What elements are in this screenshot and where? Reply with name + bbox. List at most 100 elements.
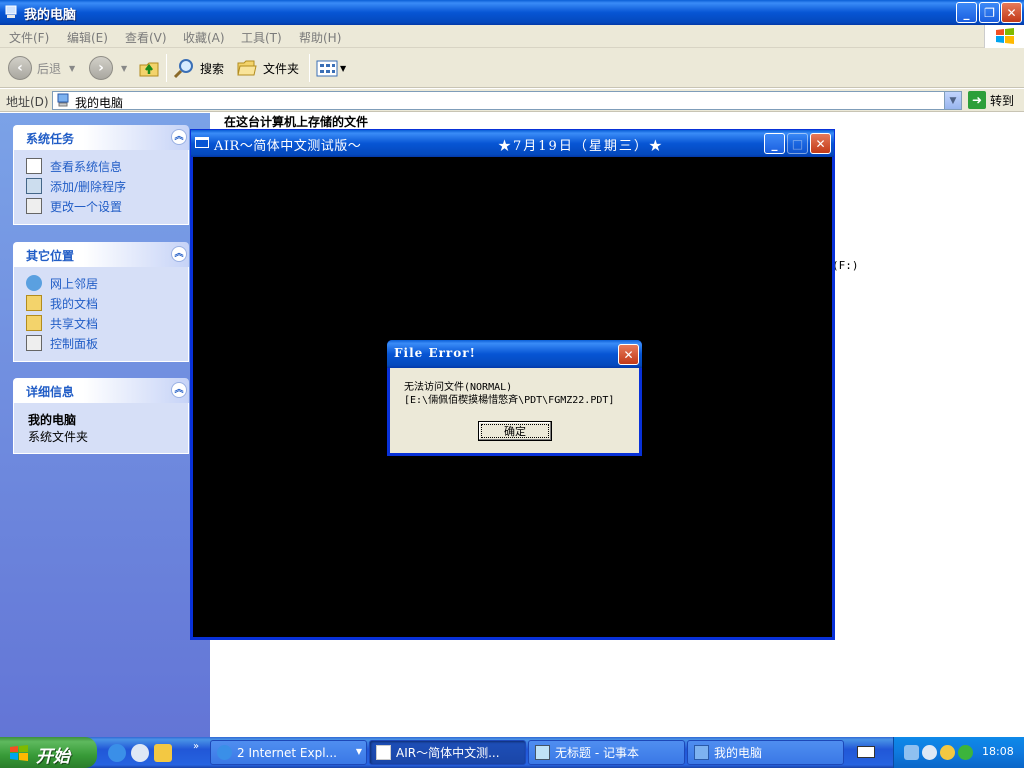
menu-file[interactable]: 文件(F) <box>9 29 49 46</box>
quicklaunch-more-icon[interactable]: » <box>193 741 199 752</box>
address-bar: 地址(D) 我的电脑 ▼ ➜ 转到 <box>0 89 1024 112</box>
window-title: 我的电脑 <box>24 8 77 23</box>
internet-explorer-icon[interactable] <box>108 744 126 762</box>
dialog-title-bar[interactable]: File Error! ✕ <box>387 340 642 368</box>
dialog-title: File Error! <box>394 346 476 360</box>
add-remove-icon <box>26 178 42 194</box>
air-date-display: ★7月19日（星期三）★ <box>498 139 664 154</box>
place-my-documents[interactable]: 我的文档 <box>14 293 188 313</box>
start-label: 开始 <box>36 747 70 767</box>
task-change-setting[interactable]: 更改一个设置 <box>14 196 188 216</box>
ok-button[interactable]: 确定 <box>478 421 552 441</box>
media-player-icon[interactable] <box>131 744 149 762</box>
panel-header[interactable]: 系统任务 ︽ <box>13 125 189 150</box>
search-button[interactable]: 搜索 <box>173 48 224 88</box>
explorer-title-bar[interactable]: 我的电脑 _ ❐ ✕ <box>0 0 1024 25</box>
collapse-chevron-icon[interactable]: ︽ <box>171 246 187 262</box>
folders-button[interactable]: 文件夹 <box>236 48 299 88</box>
address-input[interactable]: 我的电脑 ▼ <box>52 91 962 110</box>
dropdown-arrow-icon: ▼ <box>69 63 76 73</box>
keyboard-icon[interactable] <box>857 746 875 758</box>
up-button[interactable] <box>138 48 160 88</box>
qq-tray-icon[interactable] <box>940 745 955 760</box>
panel-header[interactable]: 详细信息 ︽ <box>13 378 189 403</box>
details-description: 系统文件夹 <box>28 430 89 444</box>
back-button[interactable]: ‹ 后退 ▼ <box>8 48 75 88</box>
place-control-panel[interactable]: 控制面板 <box>14 333 188 353</box>
folder-up-icon <box>139 62 159 77</box>
go-button[interactable]: ➜ 转到 <box>968 91 1014 109</box>
menu-bar: 文件(F) 编辑(E) 查看(V) 收藏(A) 工具(T) 帮助(H) <box>0 25 1024 48</box>
app-window-icon <box>195 137 209 148</box>
menu-tools[interactable]: 工具(T) <box>241 29 282 46</box>
address-label: 地址(D) <box>6 95 49 109</box>
panel-header[interactable]: 其它位置 ︽ <box>13 242 189 267</box>
system-tasks-panel: 系统任务 ︽ 查看系统信息 添加/删除程序 更改一个设置 <box>13 125 189 225</box>
clock[interactable]: 18:08 <box>982 745 1014 758</box>
folder-icon <box>237 60 257 76</box>
internet-explorer-icon <box>217 745 232 760</box>
volume-tray-icon[interactable] <box>922 745 937 760</box>
content-heading: 在这台计算机上存储的文件 <box>224 115 369 129</box>
taskbar-button-my-computer[interactable]: 我的电脑 <box>687 740 844 765</box>
forward-arrow-icon: › <box>89 56 113 80</box>
task-view-system-info[interactable]: 查看系统信息 <box>14 156 188 176</box>
app-tray-icon[interactable] <box>958 745 973 760</box>
my-computer-icon <box>57 93 69 107</box>
taskbar-button-notepad[interactable]: 无标题 - 记事本 <box>528 740 685 765</box>
documents-folder-icon <box>26 295 42 311</box>
other-places-panel: 其它位置 ︽ 网上邻居 我的文档 共享文档 控制面板 <box>13 242 189 362</box>
maximize-button-disabled: □ <box>787 133 808 154</box>
system-tray: 18:08 <box>893 737 1024 768</box>
quicklaunch-app-icon[interactable] <box>154 744 172 762</box>
go-arrow-icon: ➜ <box>968 91 986 109</box>
minimize-button[interactable]: _ <box>956 2 977 23</box>
close-button[interactable]: ✕ <box>1001 2 1022 23</box>
taskbar-button-ie[interactable]: 2 Internet Expl... ▼ <box>210 740 367 765</box>
address-dropdown-button[interactable]: ▼ <box>944 92 961 109</box>
views-button[interactable]: ▼ <box>316 48 346 88</box>
start-button[interactable]: 开始 <box>0 737 97 768</box>
task-add-remove-programs[interactable]: 添加/删除程序 <box>14 176 188 196</box>
search-icon <box>173 59 193 79</box>
shared-folder-icon <box>26 315 42 331</box>
menu-favorites[interactable]: 收藏(A) <box>183 29 225 46</box>
app-window-icon <box>376 745 391 760</box>
minimize-button[interactable]: _ <box>764 133 785 154</box>
windows-logo <box>984 25 1024 48</box>
dialog-body: 无法访问文件(NORMAL) [E:\倆佩佰楔摸楊惜憼斉\PDT\FGMZ22.… <box>390 368 639 453</box>
air-title-bar[interactable]: AIR～简体中文测试版～ ★7月19日（星期三）★ _ □ ✕ <box>191 130 834 157</box>
place-shared-documents[interactable]: 共享文档 <box>14 313 188 333</box>
place-network[interactable]: 网上邻居 <box>14 273 188 293</box>
my-computer-icon <box>694 745 709 760</box>
error-file-path: [E:\倆佩佰楔摸楊惜憼斉\PDT\FGMZ22.PDT] <box>404 395 615 406</box>
network-icon <box>26 275 42 291</box>
collapse-chevron-icon[interactable]: ︽ <box>171 382 187 398</box>
collapse-chevron-icon[interactable]: ︽ <box>171 129 187 145</box>
air-window-title: AIR～简体中文测试版～ <box>214 139 362 154</box>
control-panel-icon <box>26 335 42 351</box>
notepad-icon <box>535 745 550 760</box>
dropdown-arrow-icon: ▼ <box>340 63 347 73</box>
menu-edit[interactable]: 编辑(E) <box>67 29 108 46</box>
system-info-icon <box>26 158 42 174</box>
restore-button[interactable]: ❐ <box>979 2 1000 23</box>
details-name: 我的电脑 <box>28 413 77 427</box>
views-icon <box>316 60 338 77</box>
address-value: 我的电脑 <box>75 96 124 110</box>
network-tray-icon[interactable] <box>904 745 919 760</box>
standard-toolbar: ‹ 后退 ▼ › ▼ 搜索 文件夹 ▼ <box>0 48 1024 88</box>
group-dropdown-icon: ▼ <box>355 747 362 756</box>
dialog-close-button[interactable]: ✕ <box>618 344 639 365</box>
menu-help[interactable]: 帮助(H) <box>299 29 341 46</box>
taskbar-button-air[interactable]: AIR～简体中文测... <box>369 740 526 765</box>
windows-flag-icon <box>996 28 1014 44</box>
dropdown-arrow-icon: ▼ <box>121 63 128 73</box>
close-button[interactable]: ✕ <box>810 133 831 154</box>
menu-view[interactable]: 查看(V) <box>125 29 167 46</box>
drive-label-partial[interactable]: (F:) <box>832 259 859 272</box>
windows-flag-icon <box>10 745 28 761</box>
forward-button[interactable]: › ▼ <box>89 48 127 88</box>
back-arrow-icon: ‹ <box>8 56 32 80</box>
control-panel-icon <box>26 198 42 214</box>
